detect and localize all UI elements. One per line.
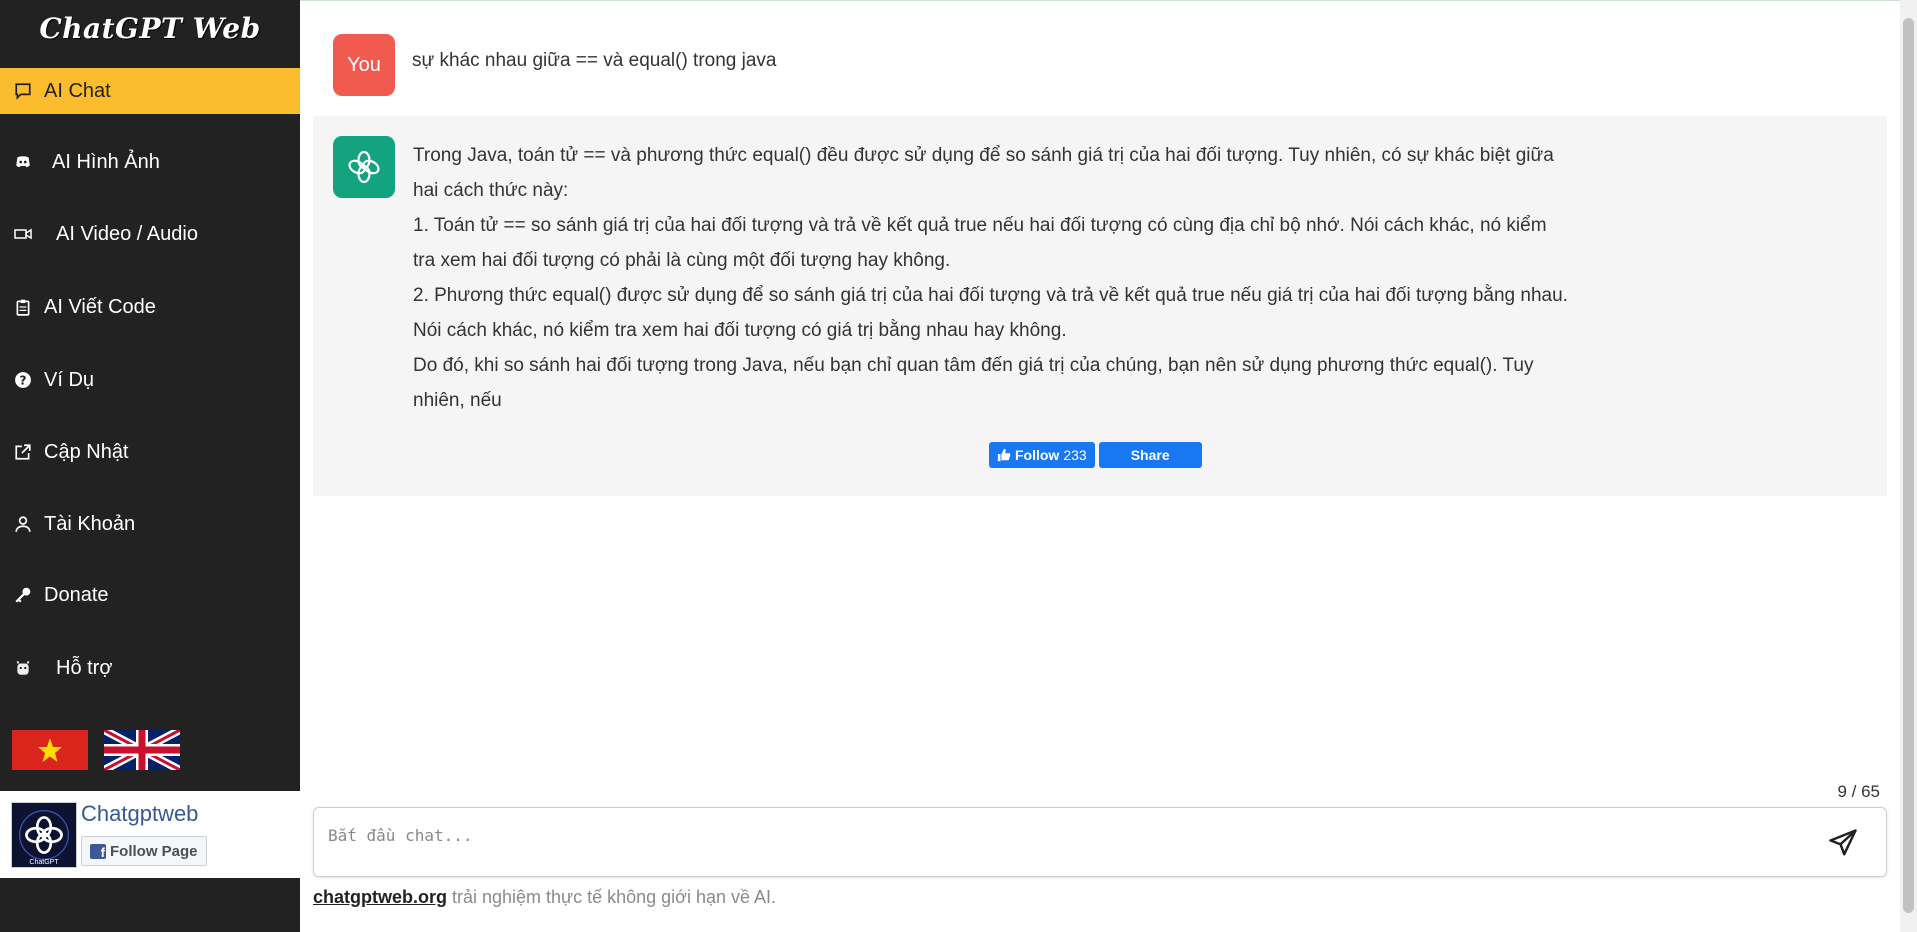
sidebar-item-label: AI Video / Audio [56, 222, 198, 245]
facebook-follow-button[interactable]: Follow 233 [989, 442, 1095, 468]
user-message: You sự khác nhau giữa == và equal() tron… [300, 22, 1890, 102]
sidebar-item-updates[interactable]: Cập Nhật [0, 429, 300, 475]
sidebar: ChatGPT Web AI Chat AI Hình Ảnh AI Video… [0, 0, 300, 932]
assistant-message: Trong Java, toán tử == và phương thức eq… [313, 116, 1887, 496]
send-button[interactable] [1826, 826, 1860, 860]
svg-text:?: ? [19, 374, 26, 388]
sidebar-item-ai-image[interactable]: AI Hình Ảnh [0, 139, 300, 185]
key-icon [12, 584, 34, 606]
page-logo[interactable]: ChatGPT [11, 802, 77, 868]
social-buttons: Follow 233 Share [989, 442, 1202, 468]
uk-flag[interactable] [102, 726, 182, 774]
follow-page-label: Follow Page [110, 842, 198, 860]
sidebar-item-ai-video[interactable]: AI Video / Audio [0, 211, 300, 257]
vietnam-flag[interactable] [12, 730, 88, 770]
footer-text: trải nghiệm thực tế không giới hạn về AI… [447, 887, 777, 907]
sidebar-item-label: Hỗ trợ [56, 656, 113, 679]
message-counter: 9 / 65 [1837, 782, 1880, 801]
sidebar-item-label: AI Hình Ảnh [52, 150, 160, 173]
footer: chatgptweb.org trải nghiệm thực tế không… [313, 887, 776, 908]
sidebar-item-donate[interactable]: Donate [0, 572, 300, 618]
follow-page-button[interactable]: f Follow Page [81, 836, 207, 866]
sidebar-item-label: Tài Khoản [44, 512, 136, 535]
sidebar-item-label: Donate [44, 583, 109, 606]
sidebar-item-label: AI Chat [44, 79, 111, 102]
scrollbar[interactable] [1900, 0, 1917, 932]
page-logo-caption: ChatGPT [29, 859, 59, 866]
question-circle-icon: ? [12, 369, 34, 391]
facebook-page-widget: ChatGPT Chatgptweb f Follow Page [0, 791, 300, 878]
send-icon [1829, 829, 1857, 856]
thumbs-up-icon [997, 448, 1011, 462]
answer-paragraph: Do đó, khi so sánh hai đối tượng trong J… [413, 355, 1534, 411]
user-avatar: You [333, 34, 395, 96]
follow-count: 233 [1063, 447, 1087, 463]
support-icon [12, 657, 34, 679]
sidebar-item-ai-code[interactable]: AI Viết Code [0, 284, 300, 330]
scroll-thumb[interactable] [1903, 18, 1914, 913]
assistant-message-text: Trong Java, toán tử == và phương thức eq… [413, 138, 1573, 418]
sidebar-item-examples[interactable]: ? Ví Dụ [0, 357, 300, 403]
sidebar-item-label: Ví Dụ [44, 368, 95, 391]
page-name-link[interactable]: Chatgptweb [81, 801, 198, 827]
facebook-share-button[interactable]: Share [1098, 442, 1202, 468]
openai-logo-icon [333, 136, 395, 198]
sidebar-item-label: Cập Nhật [44, 440, 129, 463]
sidebar-item-label: AI Viết Code [44, 295, 156, 318]
chat-bubble-icon [12, 80, 34, 102]
clipboard-icon [12, 296, 34, 318]
brand-logo[interactable]: ChatGPT Web [0, 0, 300, 56]
top-border [300, 0, 1917, 1]
external-link-icon [12, 441, 34, 463]
answer-paragraph: Trong Java, toán tử == và phương thức eq… [413, 145, 1554, 201]
sidebar-item-support[interactable]: Hỗ trợ [0, 645, 300, 691]
facebook-icon: f [90, 843, 106, 859]
discord-icon [12, 151, 34, 173]
user-message-text: sự khác nhau giữa == và equal() trong ja… [412, 50, 777, 71]
follow-label: Follow [1015, 447, 1060, 463]
composer [313, 807, 1887, 877]
sidebar-item-account[interactable]: Tài Khoản [0, 501, 300, 547]
site-link[interactable]: chatgptweb.org [313, 887, 447, 907]
answer-paragraph: 1. Toán tử == so sánh giá trị của hai đố… [413, 215, 1547, 271]
user-icon [12, 513, 34, 535]
sidebar-item-ai-chat[interactable]: AI Chat [0, 68, 300, 114]
answer-paragraph: 2. Phương thức equal() được sử dụng để s… [413, 285, 1568, 341]
chat-input[interactable] [324, 818, 1794, 864]
video-camera-icon [12, 223, 34, 245]
